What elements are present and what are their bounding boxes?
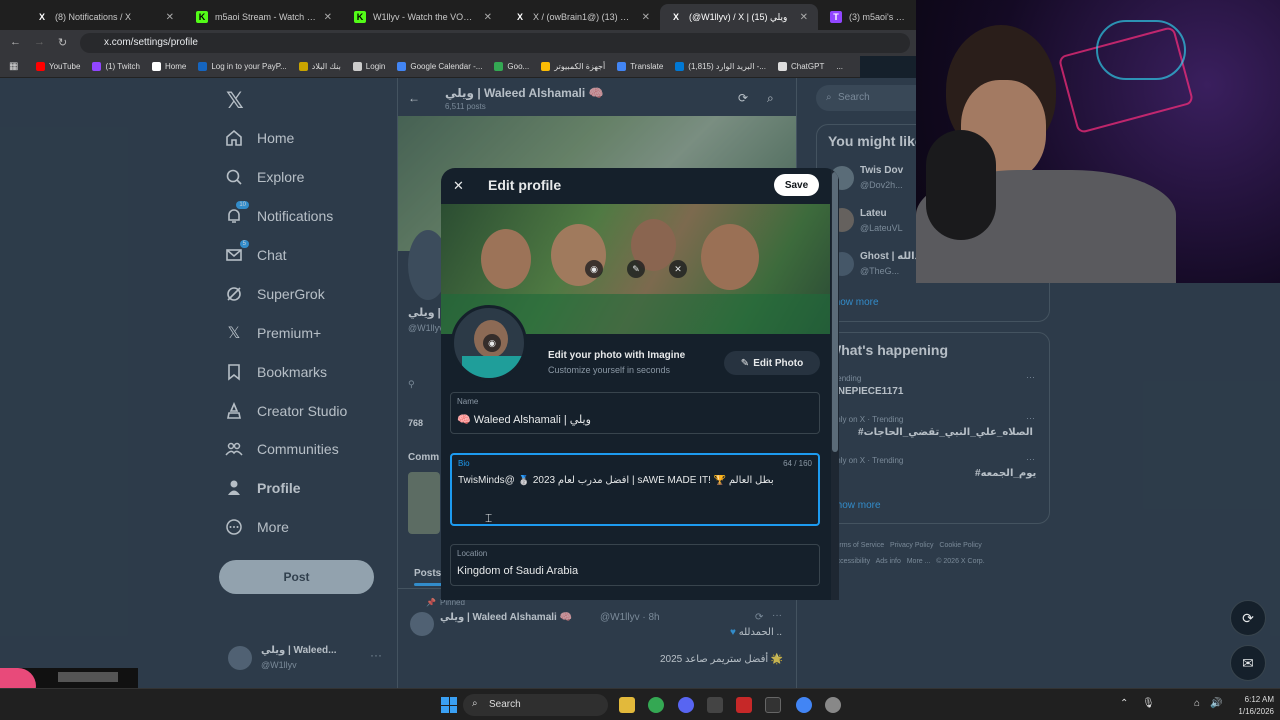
modal-title: Edit profile [488,177,562,193]
taskbar-search[interactable]: Search [463,694,608,716]
microphone-icon[interactable]: 🎙 [1142,698,1155,709]
mail-icon[interactable]: ✉ [1230,645,1266,681]
bio-char-count: 64 / 160 [783,459,812,468]
bookmark-item[interactable]: Goo... [494,62,529,71]
camera-icon[interactable]: ◉ [483,334,501,352]
close-icon[interactable]: ✕ [484,12,492,23]
bookmark-item[interactable]: ... [836,62,843,71]
url-field[interactable]: x.com/settings/profile [80,33,910,53]
bookmark-item[interactable]: YouTube [36,62,80,71]
settings-gear-icon[interactable] [825,697,841,713]
grok-icon[interactable]: ⟳ [1230,600,1266,636]
browser-tab[interactable]: KW1llyv - Watch the VOD on Kick✕ [344,4,502,30]
windows-taskbar: Search ⌕ ⌃ 🎙 ⌂ 🔊 6:12 AM 1/16/2026 [0,688,1280,720]
back-arrow-icon[interactable]: ← [10,36,21,48]
taskbar-clock[interactable]: 6:12 AM 1/16/2026 [1226,694,1274,718]
text-cursor-icon: ⌶ [485,511,493,525]
bookmark-item[interactable]: Log in to your PayP... [198,62,287,71]
close-icon[interactable]: ✕ [324,12,332,23]
reload-icon[interactable]: ↻ [58,36,67,49]
apps-grid-icon[interactable]: ▦ [9,61,18,72]
kick-logo-icon: K [196,11,208,23]
avatar[interactable]: ◉ [451,305,527,381]
discord-icon[interactable] [678,697,694,713]
remove-icon[interactable]: ✕ [669,260,687,278]
microphone [926,130,996,240]
twitch-logo-icon: T [830,11,842,23]
network-icon[interactable]: ⌂ [1194,698,1200,709]
browser-tab[interactable]: T(3) m5aoi's Videos - Twitch [820,4,916,30]
webcam-overlay [916,0,1280,283]
x-logo-icon: X [516,12,523,22]
name-field[interactable]: Name 🧠 Waleed Alshamali | ويلي [450,392,820,434]
scrollbar-thumb[interactable] [832,172,838,452]
imagine-subtitle: Customize yourself in seconds [548,365,671,375]
speaker-icon[interactable]: 🔊 [1210,698,1222,709]
x-logo-icon: X [38,12,45,22]
imagine-title: Edit your photo with Imagine [548,350,686,361]
app-icon[interactable] [765,697,781,713]
neon-sign [1096,20,1186,80]
camera-icon[interactable]: ◉ [585,260,603,278]
bookmark-item[interactable]: Home [151,62,186,71]
x-logo-icon: X [672,12,679,22]
bookmark-item[interactable]: ChatGPT [778,62,824,71]
avatar-shirt [462,356,522,378]
bookmark-item[interactable]: (1) Twitch [92,62,140,71]
bookmark-item[interactable]: (1,815) البريد الوارد -... [675,62,766,71]
windows-start-icon[interactable] [441,697,457,713]
bookmark-item[interactable]: أجهزة الكمبيوتر [541,62,605,71]
edit-profile-modal: ✕ Edit profile Save ◉ ✎ ✕ ◉ Edit your ph… [441,168,839,600]
search-icon: ⌕ [472,698,478,709]
bookmark-item[interactable]: بنك البلاد [298,62,341,71]
photo-subject [481,229,531,289]
riyadh-season-logo [58,672,118,682]
app-icon[interactable] [736,697,752,713]
kick-logo-icon: K [354,11,366,23]
photo-subject [701,224,759,290]
browser-tab-active[interactable]: X (@W1llyv) / X | ويلي (15) ✕ [660,4,818,30]
browser-tab[interactable]: Km5aoi Stream - Watch Live on Kick✕ [186,4,342,30]
edit-image-icon[interactable]: ✎ [627,260,645,278]
browser-tab[interactable]: X (8) Notifications / X ✕ [26,4,184,30]
edit-image-icon: ✎ [740,357,750,369]
location-field[interactable]: Location Kingdom of Saudi Arabia [450,544,820,586]
chrome-icon[interactable] [796,697,812,713]
close-icon[interactable]: ✕ [800,12,808,23]
bookmark-item[interactable]: Login [352,62,385,71]
save-button[interactable]: Save [774,174,819,196]
close-icon[interactable]: ✕ [453,178,464,194]
bio-field[interactable]: Bio 64 / 160 TwisMinds@ 🥈 2023 افضل مدرب… [450,453,820,526]
bookmark-item[interactable]: Google Calendar -... [397,62,482,71]
bookmark-item[interactable]: Translate [617,62,663,71]
browser-tab[interactable]: XX / (owBrain1@) برين (13)✕ [504,4,660,30]
close-icon[interactable]: ✕ [642,12,650,23]
edit-photo-button[interactable]: ✎ Edit Photo [724,351,820,375]
app-icon[interactable] [707,697,723,713]
bookmarks-bar: ▦ YouTube (1) Twitch Home Log in to your… [0,56,860,78]
chevron-up-icon[interactable]: ⌃ [1120,698,1128,709]
modal-scrollbar[interactable] [831,168,839,600]
forward-arrow-icon[interactable]: → [34,36,45,48]
close-icon[interactable]: ✕ [166,12,174,23]
chrome-icon[interactable] [648,697,664,713]
file-explorer-icon[interactable] [619,697,635,713]
